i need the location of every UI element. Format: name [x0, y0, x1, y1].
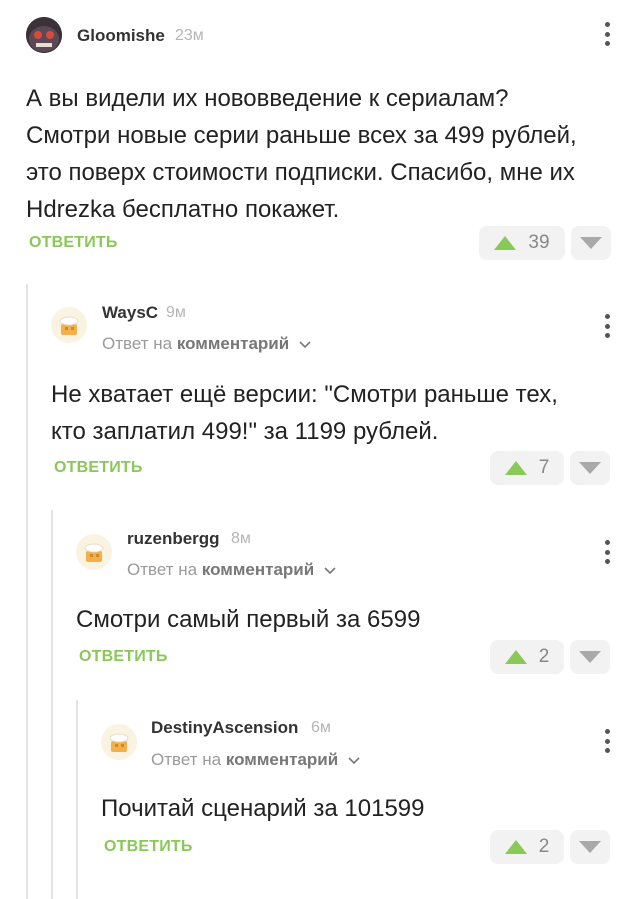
timestamp: 8м [231, 530, 251, 547]
reply-button[interactable]: ОТВЕТИТЬ [54, 459, 143, 477]
username[interactable]: DestinyAscension [151, 718, 298, 738]
chevron-down-icon [299, 340, 311, 348]
thread-line [51, 510, 53, 899]
vote-controls: 2 [490, 640, 610, 674]
avatar[interactable] [51, 307, 87, 343]
avatar[interactable] [26, 17, 62, 53]
downvote-arrow-icon [580, 237, 602, 249]
timestamp: 23м [175, 27, 204, 44]
downvote-arrow-icon [579, 651, 601, 663]
vote-controls: 7 [490, 451, 610, 485]
upvote-arrow-icon [494, 236, 517, 250]
vote-controls: 39 [479, 226, 611, 260]
more-options-icon[interactable] [597, 538, 617, 566]
downvote-button[interactable] [570, 830, 610, 864]
reply-to-prefix: Ответ на [127, 560, 198, 579]
reply-to-link[interactable]: Ответ на комментарий [127, 560, 336, 580]
downvote-button[interactable] [571, 226, 611, 260]
reply-button[interactable]: ОТВЕТИТЬ [79, 648, 168, 666]
comment-text: Смотри самый первый за 6599 [76, 606, 421, 633]
reply-to-target[interactable]: комментарий [202, 560, 314, 579]
downvote-button[interactable] [570, 451, 610, 485]
vote-count: 39 [528, 232, 550, 253]
upvote-button[interactable]: 39 [479, 226, 565, 260]
reply-button[interactable]: ОТВЕТИТЬ [104, 838, 193, 856]
downvote-arrow-icon [579, 462, 601, 474]
vote-count: 7 [538, 457, 550, 478]
vote-count: 2 [538, 646, 550, 667]
timestamp: 6м [311, 719, 331, 736]
downvote-arrow-icon [579, 841, 601, 853]
more-options-icon[interactable] [597, 20, 617, 48]
downvote-button[interactable] [570, 640, 610, 674]
reply-button[interactable]: ОТВЕТИТЬ [29, 234, 118, 252]
reply-to-link[interactable]: Ответ на комментарий [102, 334, 311, 354]
username[interactable]: WaysC [102, 303, 158, 323]
more-options-icon[interactable] [597, 727, 617, 755]
upvote-arrow-icon [504, 840, 527, 854]
chevron-down-icon [324, 566, 336, 574]
reply-to-target[interactable]: комментарий [177, 334, 289, 353]
upvote-arrow-icon [504, 461, 527, 475]
avatar[interactable] [101, 724, 137, 760]
username[interactable]: ruzenbergg [127, 529, 220, 549]
timestamp: 9м [166, 304, 186, 321]
reply-to-prefix: Ответ на [151, 750, 222, 769]
comment-text: Почитай сценарий за 101599 [101, 795, 425, 822]
vote-count: 2 [538, 836, 550, 857]
username[interactable]: Gloomishe [77, 26, 165, 46]
reply-to-link[interactable]: Ответ на комментарий [151, 750, 360, 770]
chevron-down-icon [348, 756, 360, 764]
upvote-button[interactable]: 2 [490, 640, 564, 674]
reply-to-target[interactable]: комментарий [226, 750, 338, 769]
vote-controls: 2 [490, 830, 610, 864]
comment-text: А вы видели их нововведение к сериалам? … [26, 85, 577, 223]
upvote-arrow-icon [504, 650, 527, 664]
upvote-button[interactable]: 7 [490, 451, 564, 485]
more-options-icon[interactable] [597, 312, 617, 340]
avatar[interactable] [76, 534, 112, 570]
thread-line [26, 284, 28, 899]
reply-to-prefix: Ответ на [102, 334, 173, 353]
thread-line [76, 700, 78, 899]
comment-text: Не хватает ещё версии: "Смотри раньше те… [51, 381, 558, 445]
upvote-button[interactable]: 2 [490, 830, 564, 864]
